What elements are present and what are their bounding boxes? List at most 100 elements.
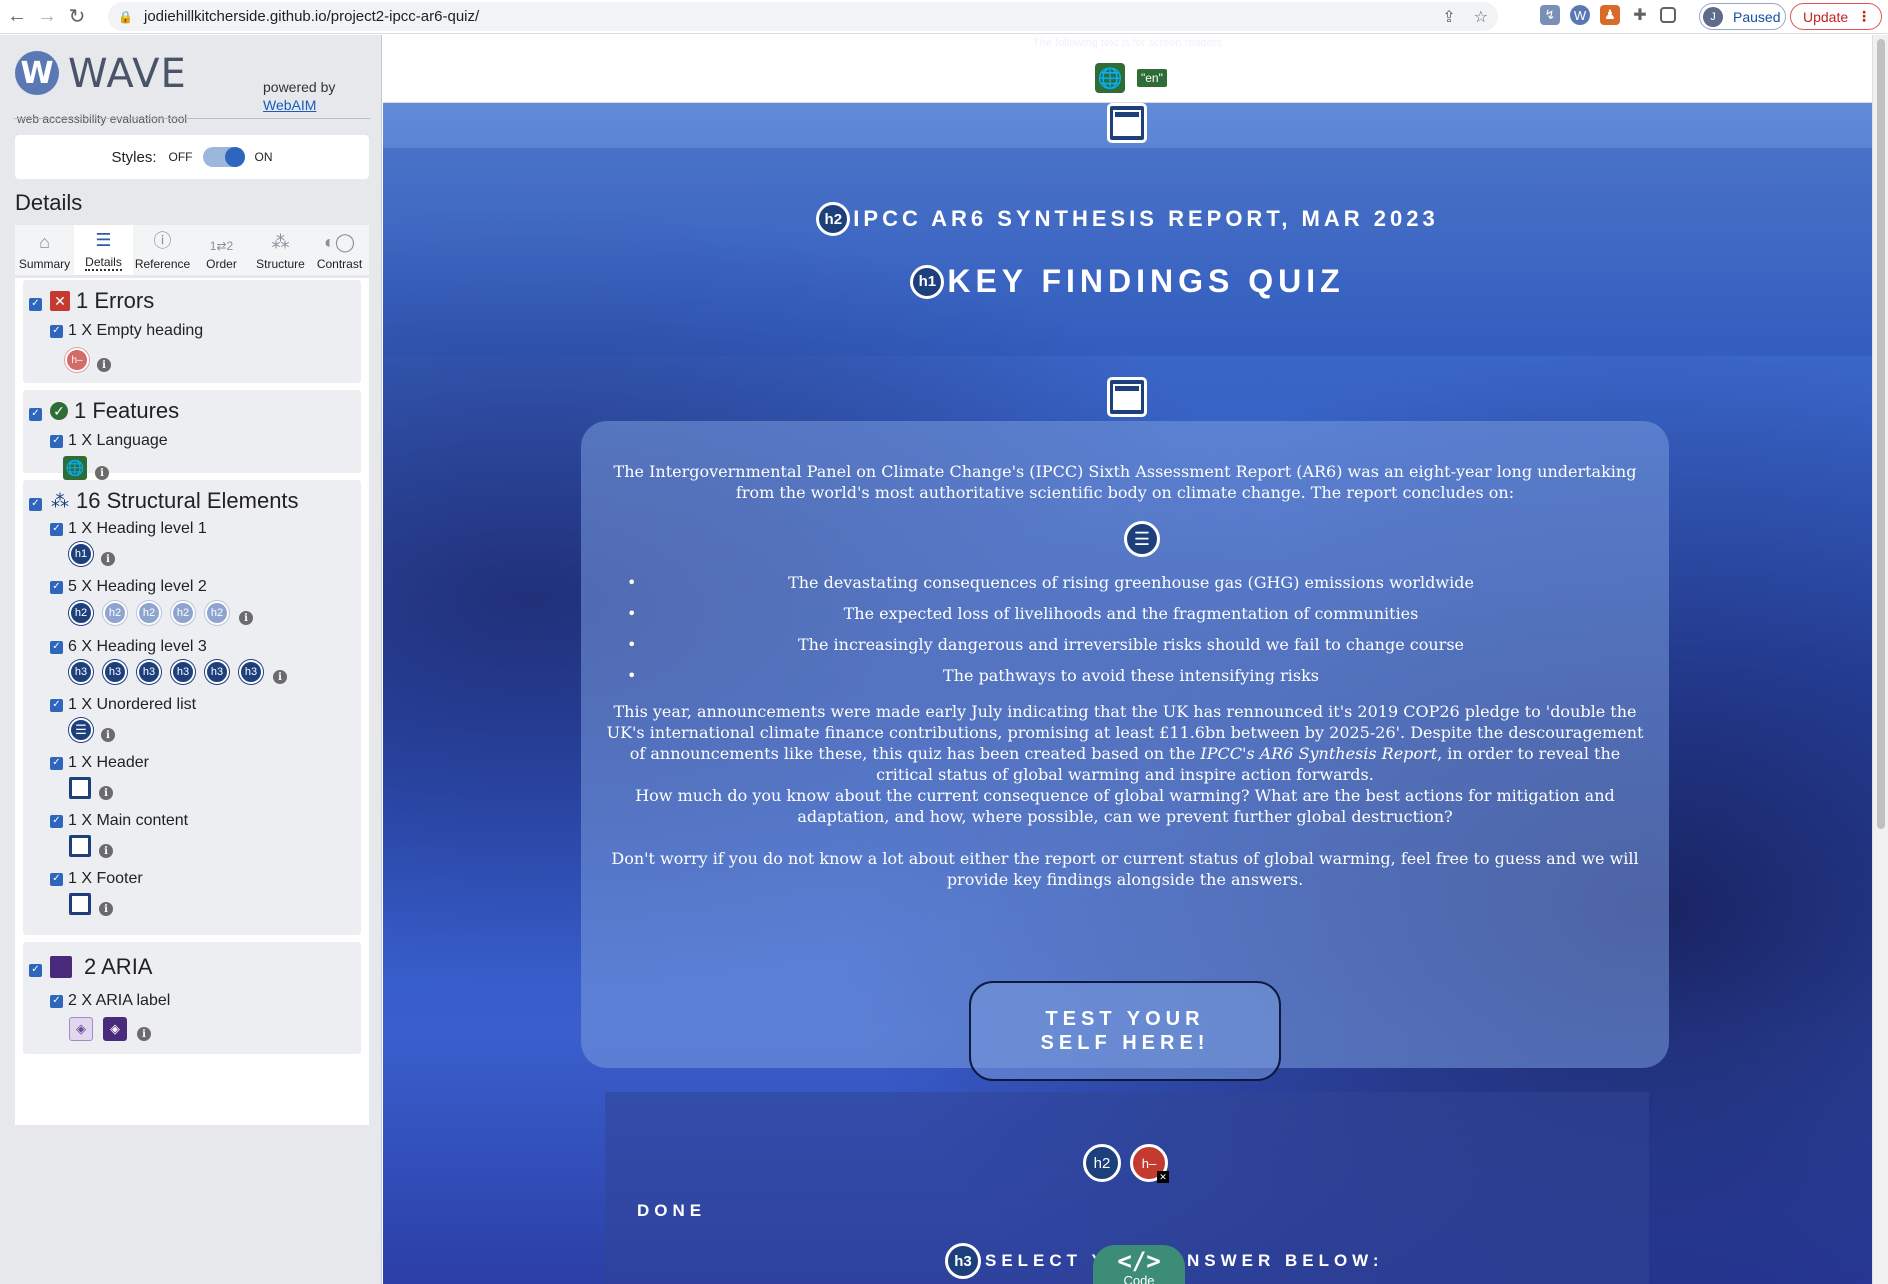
test-yourself-button[interactable]: TEST YOUR SELF HERE! [969, 981, 1281, 1081]
h2-icon[interactable]: h2 [69, 601, 93, 625]
h3-icon[interactable]: h3 [103, 660, 127, 684]
checkbox[interactable]: ✓ [50, 522, 63, 536]
unordered-list-icon[interactable]: ☰ [69, 718, 93, 742]
main-content-label: 1 X Main content [68, 812, 189, 829]
checkbox[interactable]: ✓ [50, 580, 63, 594]
info-icon[interactable]: i [273, 670, 287, 684]
language-checkbox[interactable]: ✓ [50, 434, 63, 448]
h3-badge[interactable]: h3 [945, 1243, 981, 1279]
extensions-puzzle-icon[interactable]: ✚ [1630, 5, 1650, 25]
h3-icon[interactable]: h3 [137, 660, 161, 684]
back-icon[interactable]: ← [4, 4, 30, 30]
info-icon[interactable]: i [239, 611, 253, 625]
tab-contrast[interactable]: ◐◯ Contrast [310, 225, 369, 275]
empty-heading-icon[interactable]: h– [65, 348, 89, 372]
h2-icon[interactable]: h2 [103, 601, 127, 625]
info-icon[interactable]: i [101, 552, 115, 566]
address-bar[interactable]: 🔒 jodiehillkitcherside.github.io/project… [108, 2, 1498, 31]
wave-subtitle: web accessibility evaluation tool [17, 112, 188, 126]
update-button[interactable]: Update ⋮ [1790, 3, 1882, 30]
h2-icon[interactable]: h2 [171, 601, 195, 625]
code-toggle-button[interactable]: </> Code [1093, 1245, 1185, 1284]
h3-icon[interactable]: h3 [69, 660, 93, 684]
checkbox[interactable]: ✓ [50, 698, 63, 712]
screen-reader-note: The following text is for screen readers [1033, 37, 1222, 49]
details-panel: ✓ ✕ 1 Errors ✓ 1 X Empty heading h– i ✓ … [15, 278, 369, 1125]
h1-icon[interactable]: h1 [69, 542, 93, 566]
error-x-icon: ✕ [50, 291, 70, 311]
main-content-item: ✓ 1 X Main content [50, 812, 188, 830]
h3-icon[interactable]: h3 [239, 660, 263, 684]
checkbox[interactable]: ✓ [50, 640, 63, 654]
features-checkbox[interactable]: ✓ [29, 407, 42, 421]
h1-badge[interactable]: h1 [910, 264, 945, 299]
info-icon[interactable]: i [97, 358, 111, 372]
heading-level-3-label: 6 X Heading level 3 [68, 638, 207, 655]
page-title: h1 KEY FINDINGS QUIZ [383, 263, 1872, 300]
heading-level-2-label: 5 X Heading level 2 [68, 578, 207, 595]
h3-icon[interactable]: h3 [171, 660, 195, 684]
tab-order[interactable]: 1⇄2 Order [192, 225, 251, 275]
structural-title: 16 Structural Elements [76, 488, 299, 513]
empty-heading-error-badge[interactable]: h– ✕ [1130, 1144, 1169, 1183]
info-icon[interactable]: i [101, 728, 115, 742]
styles-toggle[interactable] [202, 147, 245, 167]
tab-details[interactable]: ☰ Details [74, 225, 133, 275]
header-region-icon[interactable] [69, 777, 91, 799]
tab-reference[interactable]: ⓘ Reference [133, 225, 192, 275]
info-icon[interactable]: i [137, 1027, 151, 1041]
structural-checkbox[interactable]: ✓ [29, 497, 42, 511]
star-icon[interactable]: ☆ [1474, 7, 1488, 27]
aria-checkbox[interactable]: ✓ [29, 963, 42, 977]
h2-icon[interactable]: h2 [137, 601, 161, 625]
info-icon[interactable]: i [99, 786, 113, 800]
sidebar-toggle-icon[interactable] [1660, 7, 1676, 23]
extension-3-icon[interactable]: ♟ [1600, 5, 1620, 25]
checkbox[interactable]: ✓ [50, 756, 63, 770]
errors-checkbox[interactable]: ✓ [29, 297, 42, 311]
aria-label-label: 2 X ARIA label [68, 992, 171, 1009]
globe-icon[interactable]: 🌐 [63, 456, 87, 480]
webaim-link[interactable]: WebAIM [263, 97, 316, 113]
header-region-icon[interactable] [1107, 103, 1147, 143]
globe-icon[interactable]: 🌐 [1095, 63, 1125, 93]
aria-cube-icon [50, 956, 72, 978]
empty-heading-checkbox[interactable]: ✓ [50, 324, 63, 338]
h2-icons: h2 h2 h2 h2 h2 i [69, 601, 253, 625]
profile-paused-button[interactable]: J Paused [1699, 3, 1786, 30]
tab-label: Structure [256, 257, 305, 271]
page-scrollbar[interactable] [1872, 35, 1888, 1284]
info-icon[interactable]: i [99, 844, 113, 858]
checkbox[interactable]: ✓ [50, 872, 63, 886]
forward-icon[interactable]: → [34, 4, 60, 30]
tab-structure[interactable]: ⁂ Structure [251, 225, 310, 275]
unordered-list-label: 1 X Unordered list [68, 696, 197, 713]
unordered-list-icon[interactable]: ☰ [1124, 521, 1160, 557]
main-region-icon[interactable] [69, 835, 91, 857]
h2-badge[interactable]: h2 [1083, 1144, 1121, 1182]
share-icon[interactable]: ⇪ [1442, 7, 1455, 27]
aria-group: ✓ 2 ARIA ✓ 2 X ARIA label ◈ ◈ i [23, 942, 361, 1054]
code-icon: </> [1117, 1247, 1161, 1275]
checkbox[interactable]: ✓ [50, 814, 63, 828]
structural-group: ✓ ⁂ 16 Structural Elements ✓ 1 X Heading… [23, 480, 361, 935]
tab-summary[interactable]: ⌂ Summary [15, 225, 74, 275]
h2-badge[interactable]: h2 [816, 202, 851, 236]
info-icon[interactable]: i [99, 902, 113, 916]
h2-icon[interactable]: h2 [205, 601, 229, 625]
intro-card: The Intergovernmental Panel on Climate C… [581, 421, 1669, 1081]
checkbox[interactable]: ✓ [50, 994, 63, 1008]
main-region-icon[interactable] [1107, 377, 1147, 417]
aria-label-tag-icon[interactable]: ◈ [69, 1017, 93, 1041]
wave-tabs: ⌂ Summary ☰ Details ⓘ Reference 1⇄2 Order ⁂ S… [15, 225, 369, 275]
h3-icon[interactable]: h3 [205, 660, 229, 684]
scrollbar-thumb[interactable] [1877, 39, 1885, 829]
extension-1-icon[interactable]: ↯ [1540, 5, 1560, 25]
footer-region-icon[interactable] [69, 893, 91, 915]
info-icon[interactable]: i [95, 466, 109, 480]
aria-label-tag-icon[interactable]: ◈ [103, 1017, 127, 1041]
error-badge-text: h– [1141, 1155, 1157, 1171]
reload-icon[interactable]: ↻ [64, 4, 90, 30]
wave-extension-icon[interactable]: W [1570, 5, 1590, 25]
errors-icons: h– i [65, 348, 111, 372]
